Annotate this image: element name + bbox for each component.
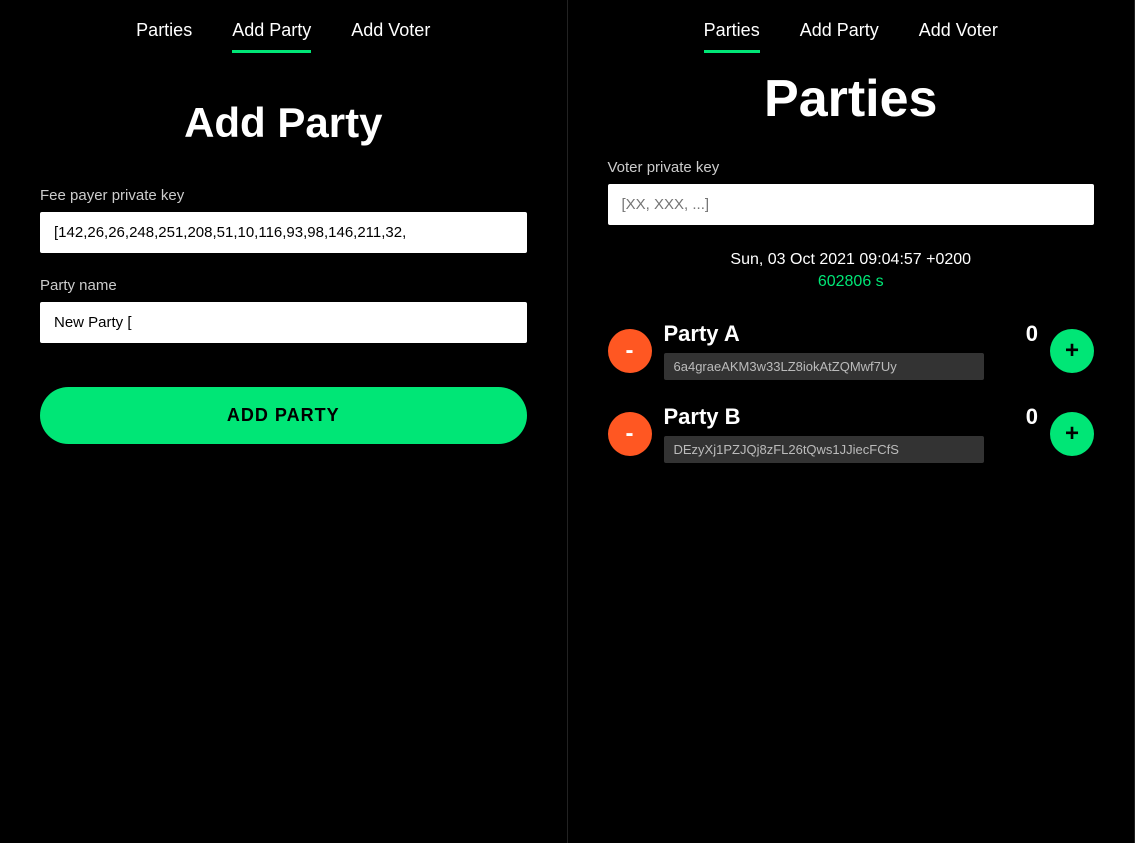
page-title-parties: Parties — [608, 69, 1095, 129]
party-a-plus-button[interactable]: + — [1050, 329, 1094, 373]
party-a-name-row: Party A 0 — [664, 321, 1039, 347]
voter-key-label: Voter private key — [608, 159, 1095, 176]
party-b-name-row: Party B 0 — [664, 404, 1039, 430]
right-nav-add-party[interactable]: Add Party — [800, 20, 879, 49]
right-nav-add-voter[interactable]: Add Voter — [919, 20, 998, 49]
party-b-info: Party B 0 DEzyXj1PZJQj8zFL26tQws1JJiecFC… — [664, 404, 1039, 463]
right-panel: Parties Add Party Add Voter Parties Vote… — [568, 0, 1135, 843]
party-a-name: Party A — [664, 321, 740, 347]
party-a-address: 6a4graeAKM3w33LZ8iokAtZQMwf7Uy — [664, 353, 984, 380]
fee-payer-label: Fee payer private key — [40, 187, 527, 204]
party-a-info: Party A 0 6a4graeAKM3w33LZ8iokAtZQMwf7Uy — [664, 321, 1039, 380]
party-b-minus-button[interactable]: - — [608, 412, 652, 456]
fee-payer-group: Fee payer private key — [40, 187, 527, 253]
left-nav-add-voter[interactable]: Add Voter — [351, 20, 430, 49]
party-a-minus-button[interactable]: - — [608, 329, 652, 373]
right-nav: Parties Add Party Add Voter — [608, 0, 1095, 49]
voter-key-input[interactable] — [608, 184, 1095, 225]
party-card-a: - Party A 0 6a4graeAKM3w33LZ8iokAtZQMwf7… — [608, 321, 1095, 380]
page-title-add-party: Add Party — [40, 99, 527, 147]
party-b-name: Party B — [664, 404, 741, 430]
left-nav: Parties Add Party Add Voter — [40, 0, 527, 49]
datetime-display: Sun, 03 Oct 2021 09:04:57 +0200 — [730, 251, 971, 269]
left-nav-add-party[interactable]: Add Party — [232, 20, 311, 49]
right-nav-parties[interactable]: Parties — [704, 20, 760, 49]
party-b-votes: 0 — [1026, 404, 1038, 430]
party-a-votes: 0 — [1026, 321, 1038, 347]
left-panel: Parties Add Party Add Voter Add Party Fe… — [0, 0, 568, 843]
left-nav-parties[interactable]: Parties — [136, 20, 192, 49]
fee-payer-input[interactable] — [40, 212, 527, 253]
party-b-plus-button[interactable]: + — [1050, 412, 1094, 456]
party-name-label: Party name — [40, 277, 527, 294]
party-card-b: - Party B 0 DEzyXj1PZJQj8zFL26tQws1JJiec… — [608, 404, 1095, 463]
party-name-group: Party name — [40, 277, 527, 343]
add-party-button[interactable]: ADD PARTY — [40, 387, 527, 444]
party-b-address: DEzyXj1PZJQj8zFL26tQws1JJiecFCfS — [664, 436, 984, 463]
party-name-input[interactable] — [40, 302, 527, 343]
elapsed-display: 602806 s — [818, 273, 884, 291]
